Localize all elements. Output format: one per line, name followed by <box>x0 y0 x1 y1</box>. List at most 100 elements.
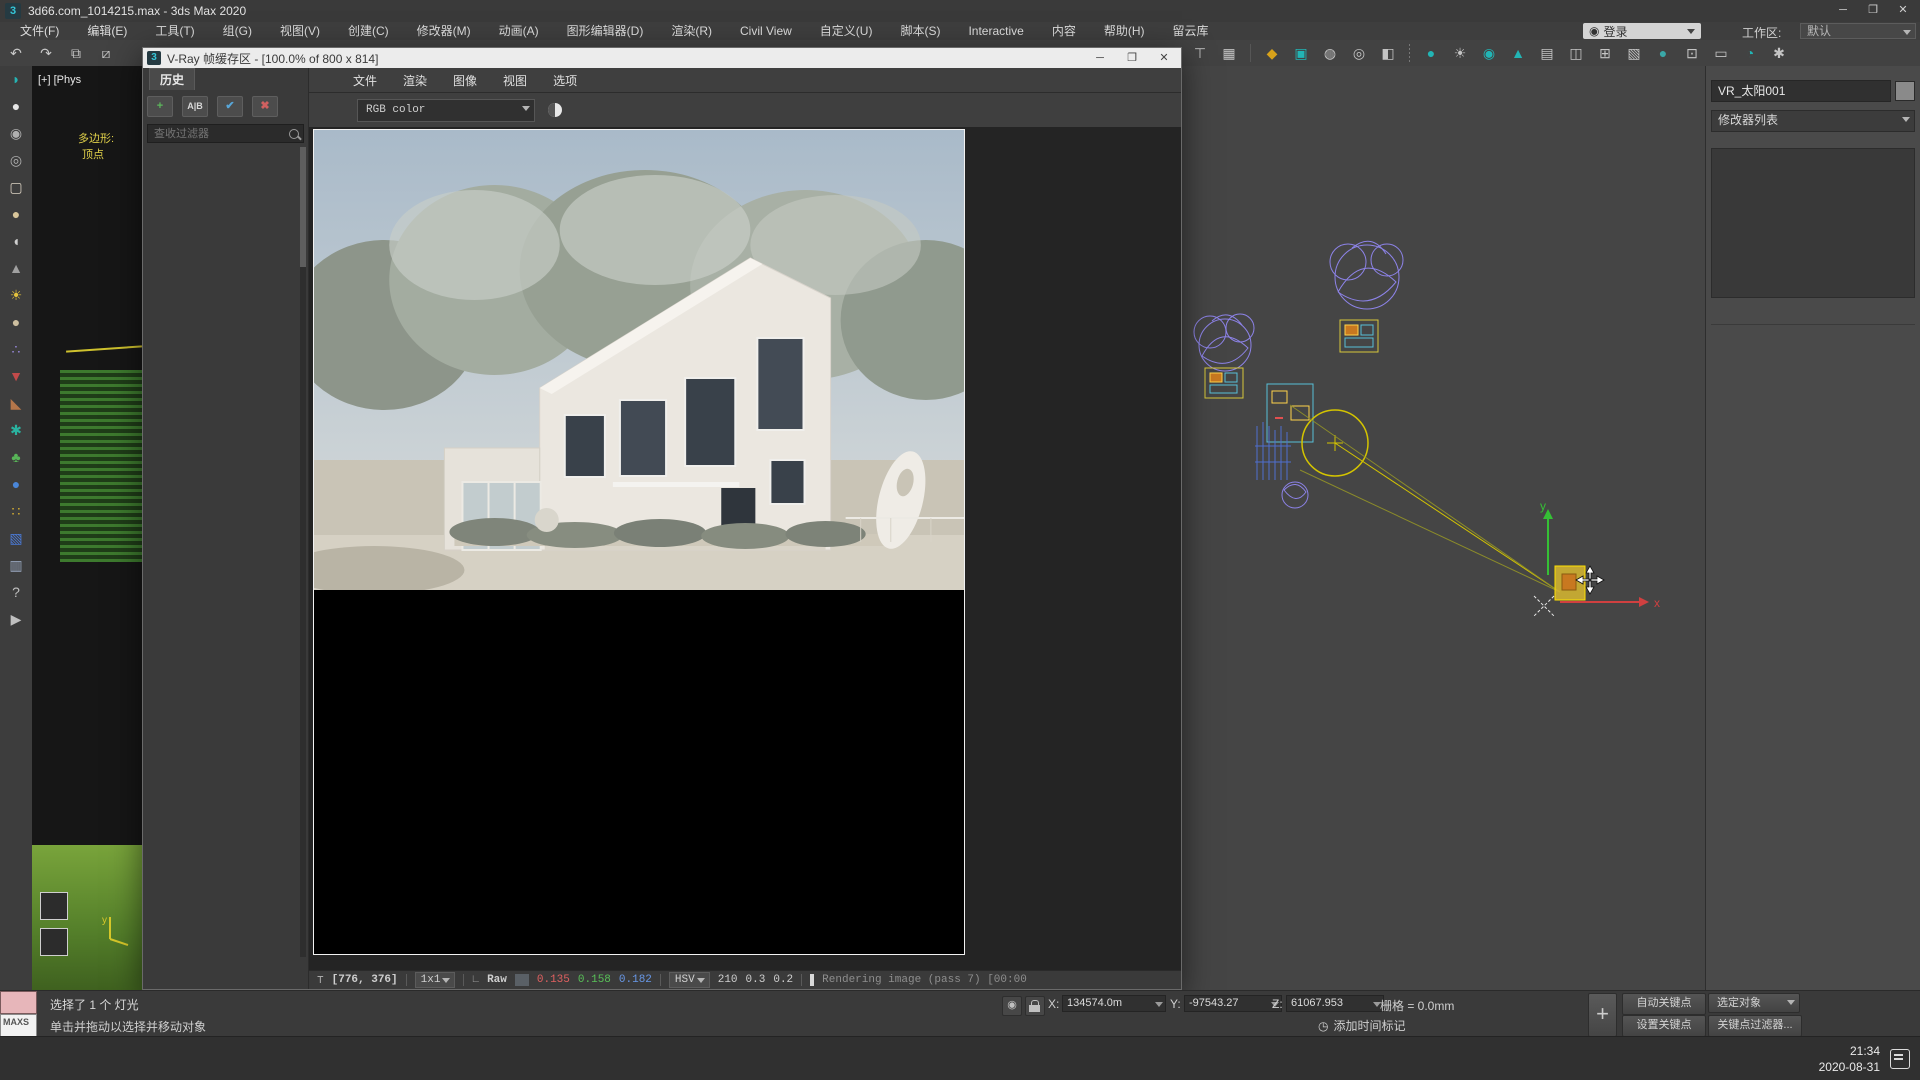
vfb-menu-3[interactable]: 视图 <box>503 72 527 89</box>
menu-item-9[interactable]: 渲染(R) <box>657 22 726 40</box>
menu-item-2[interactable]: 工具(T) <box>141 22 208 40</box>
vfb-title-bar[interactable]: 3 V-Ray 帧缓存区 - [100.0% of 800 x 814] ─ ❐… <box>143 48 1181 68</box>
channel-dropdown[interactable]: RGB color <box>357 99 535 122</box>
add-time-tag[interactable]: ◷ 添加时间标记 <box>1318 1017 1406 1034</box>
coord-y-field[interactable]: -97543.27 <box>1184 995 1282 1012</box>
forest-tools-icon[interactable]: ▲ <box>1506 42 1530 64</box>
coord-x-field[interactable]: 134574.0m <box>1062 995 1166 1012</box>
layer-manager-icon[interactable]: ▤ <box>1535 42 1559 64</box>
color-clamp-icon[interactable] <box>543 98 567 122</box>
monitor-icon[interactable]: ▭ <box>1709 42 1733 64</box>
render-iterative-icon[interactable]: ◎ <box>1347 42 1371 64</box>
cloud-icon[interactable]: ● <box>0 93 32 120</box>
sphere-icon[interactable]: ● <box>0 309 32 336</box>
key-filters-button[interactable]: 关键点过滤器... <box>1708 1015 1802 1037</box>
vfb-maximize-button[interactable]: ❐ <box>1119 48 1145 68</box>
menu-item-4[interactable]: 视图(V) <box>266 22 334 40</box>
pick-icon[interactable]: ◣ <box>0 390 32 417</box>
pixel-ratio-dropdown[interactable]: 1x1 <box>415 972 456 988</box>
plane-icon[interactable]: ▢ <box>0 174 32 201</box>
modifier-stack[interactable] <box>1711 148 1915 298</box>
vfb-minimize-button[interactable]: ─ <box>1087 48 1113 68</box>
hsv-dropdown[interactable]: HSV <box>669 972 710 988</box>
arrow-tool-icon[interactable]: ◗ <box>0 66 32 93</box>
menu-item-8[interactable]: 图形编辑器(D) <box>553 22 658 40</box>
align-icon[interactable]: ⊞ <box>1593 42 1617 64</box>
drop-icon[interactable]: ▼ <box>0 363 32 390</box>
set-key-button[interactable]: 设置关键点 <box>1622 1015 1706 1037</box>
unlink-selection-icon[interactable]: ⧄ <box>94 42 118 64</box>
menu-item-15[interactable]: 帮助(H) <box>1090 22 1159 40</box>
history-scrollbar[interactable] <box>300 147 306 957</box>
object-name-field[interactable]: VR_太阳001 <box>1711 80 1891 102</box>
schedule-panel-icon[interactable]: ▦ <box>1217 42 1241 64</box>
vfb-menu-4[interactable]: 选项 <box>553 72 577 89</box>
toolbox-icon[interactable]: ▧ <box>1622 42 1646 64</box>
brush-icon[interactable]: ✱ <box>1767 42 1791 64</box>
set-key-big-button[interactable]: + <box>1588 993 1617 1037</box>
material-editor-icon[interactable]: ● <box>1419 42 1443 64</box>
rendered-frame-window-icon[interactable]: ▣ <box>1289 42 1313 64</box>
vfb-close-button[interactable]: ✕ <box>1151 48 1177 68</box>
history-load-button[interactable]: ✔ <box>217 96 243 117</box>
render-production-icon[interactable]: ◍ <box>1318 42 1342 64</box>
menu-item-16[interactable]: 留云库 <box>1159 22 1223 40</box>
floating-button-2[interactable] <box>40 928 68 956</box>
workspace-dropdown[interactable]: 默认 <box>1800 23 1916 39</box>
plant-icon[interactable]: ♣ <box>0 444 32 471</box>
expand-toolbar-arrow-icon[interactable]: ▶ <box>0 606 32 633</box>
sphere-tool-icon[interactable]: ● <box>1651 42 1675 64</box>
cube-icon[interactable]: ▧ <box>0 525 32 552</box>
history-delete-button[interactable]: ✖ <box>252 96 278 117</box>
menu-item-13[interactable]: Interactive <box>954 22 1037 40</box>
object-color-swatch[interactable] <box>1895 81 1915 101</box>
menu-item-0[interactable]: 文件(F) <box>6 22 73 40</box>
history-save-button[interactable]: + <box>147 96 173 117</box>
render-setup-icon[interactable]: ◆ <box>1260 42 1284 64</box>
close-button[interactable]: ✕ <box>1888 0 1918 21</box>
floating-button-1[interactable] <box>40 892 68 920</box>
vfb-menu-1[interactable]: 渲染 <box>403 72 427 89</box>
gear-figure-icon[interactable]: ◎ <box>0 147 32 174</box>
ball-figure-icon[interactable]: ● <box>0 471 32 498</box>
menu-item-1[interactable]: 编辑(E) <box>73 22 141 40</box>
coord-z-field[interactable]: 61067.953 <box>1286 995 1384 1012</box>
vfb-menu-2[interactable]: 图像 <box>453 72 477 89</box>
mirror-icon[interactable]: ◫ <box>1564 42 1588 64</box>
menu-item-10[interactable]: Civil View <box>726 22 806 40</box>
flower-icon[interactable]: ✱ <box>0 417 32 444</box>
undo-icon[interactable]: ↶ <box>4 42 28 64</box>
teapot-icon[interactable]: ◖ <box>0 228 32 255</box>
cone-icon[interactable]: ▲ <box>0 255 32 282</box>
auto-key-button[interactable]: 自动关键点 <box>1622 993 1706 1015</box>
maxscript-mini-listener-pink[interactable] <box>0 991 37 1014</box>
history-compare-ab-button[interactable]: A|B <box>182 96 208 117</box>
menu-item-7[interactable]: 动画(A) <box>485 22 553 40</box>
history-search-input[interactable] <box>152 127 285 141</box>
maximize-button[interactable]: ❐ <box>1858 0 1888 21</box>
vr-camera-icon[interactable]: ◉ <box>1477 42 1501 64</box>
login-button[interactable]: ◉ 登录 <box>1583 23 1701 39</box>
light-lister-icon[interactable]: ☀ <box>1448 42 1472 64</box>
history-tab[interactable]: 历史 <box>149 68 195 90</box>
vfb-menu-0[interactable]: 文件 <box>353 72 377 89</box>
menu-item-14[interactable]: 内容 <box>1038 22 1090 40</box>
notification-center-icon[interactable] <box>1890 1049 1910 1069</box>
minimize-button[interactable]: ─ <box>1828 0 1858 21</box>
redo-icon[interactable]: ↷ <box>34 42 58 64</box>
viewport-label[interactable]: [+] [Phys <box>38 74 81 86</box>
box-icon[interactable]: ▥ <box>0 552 32 579</box>
isolate-selection-toggle[interactable]: ◉ <box>1002 996 1022 1016</box>
modifier-list-dropdown[interactable]: 修改器列表 <box>1711 110 1915 132</box>
selection-lock-toggle[interactable] <box>1025 996 1045 1016</box>
selected-filter-dropdown[interactable]: 选定对象 <box>1708 993 1800 1013</box>
egg-icon[interactable]: ● <box>0 201 32 228</box>
menu-item-12[interactable]: 脚本(S) <box>886 22 954 40</box>
scatter-icon[interactable]: ∴ <box>0 336 32 363</box>
menu-item-5[interactable]: 创建(C) <box>334 22 403 40</box>
chat-icon[interactable]: ◔ <box>1738 42 1762 64</box>
grid-tool-icon[interactable]: ⊡ <box>1680 42 1704 64</box>
pin-toolbar-icon[interactable]: ⊤ <box>1188 42 1212 64</box>
menu-item-6[interactable]: 修改器(M) <box>403 22 485 40</box>
sun-icon[interactable]: ☀ <box>0 282 32 309</box>
